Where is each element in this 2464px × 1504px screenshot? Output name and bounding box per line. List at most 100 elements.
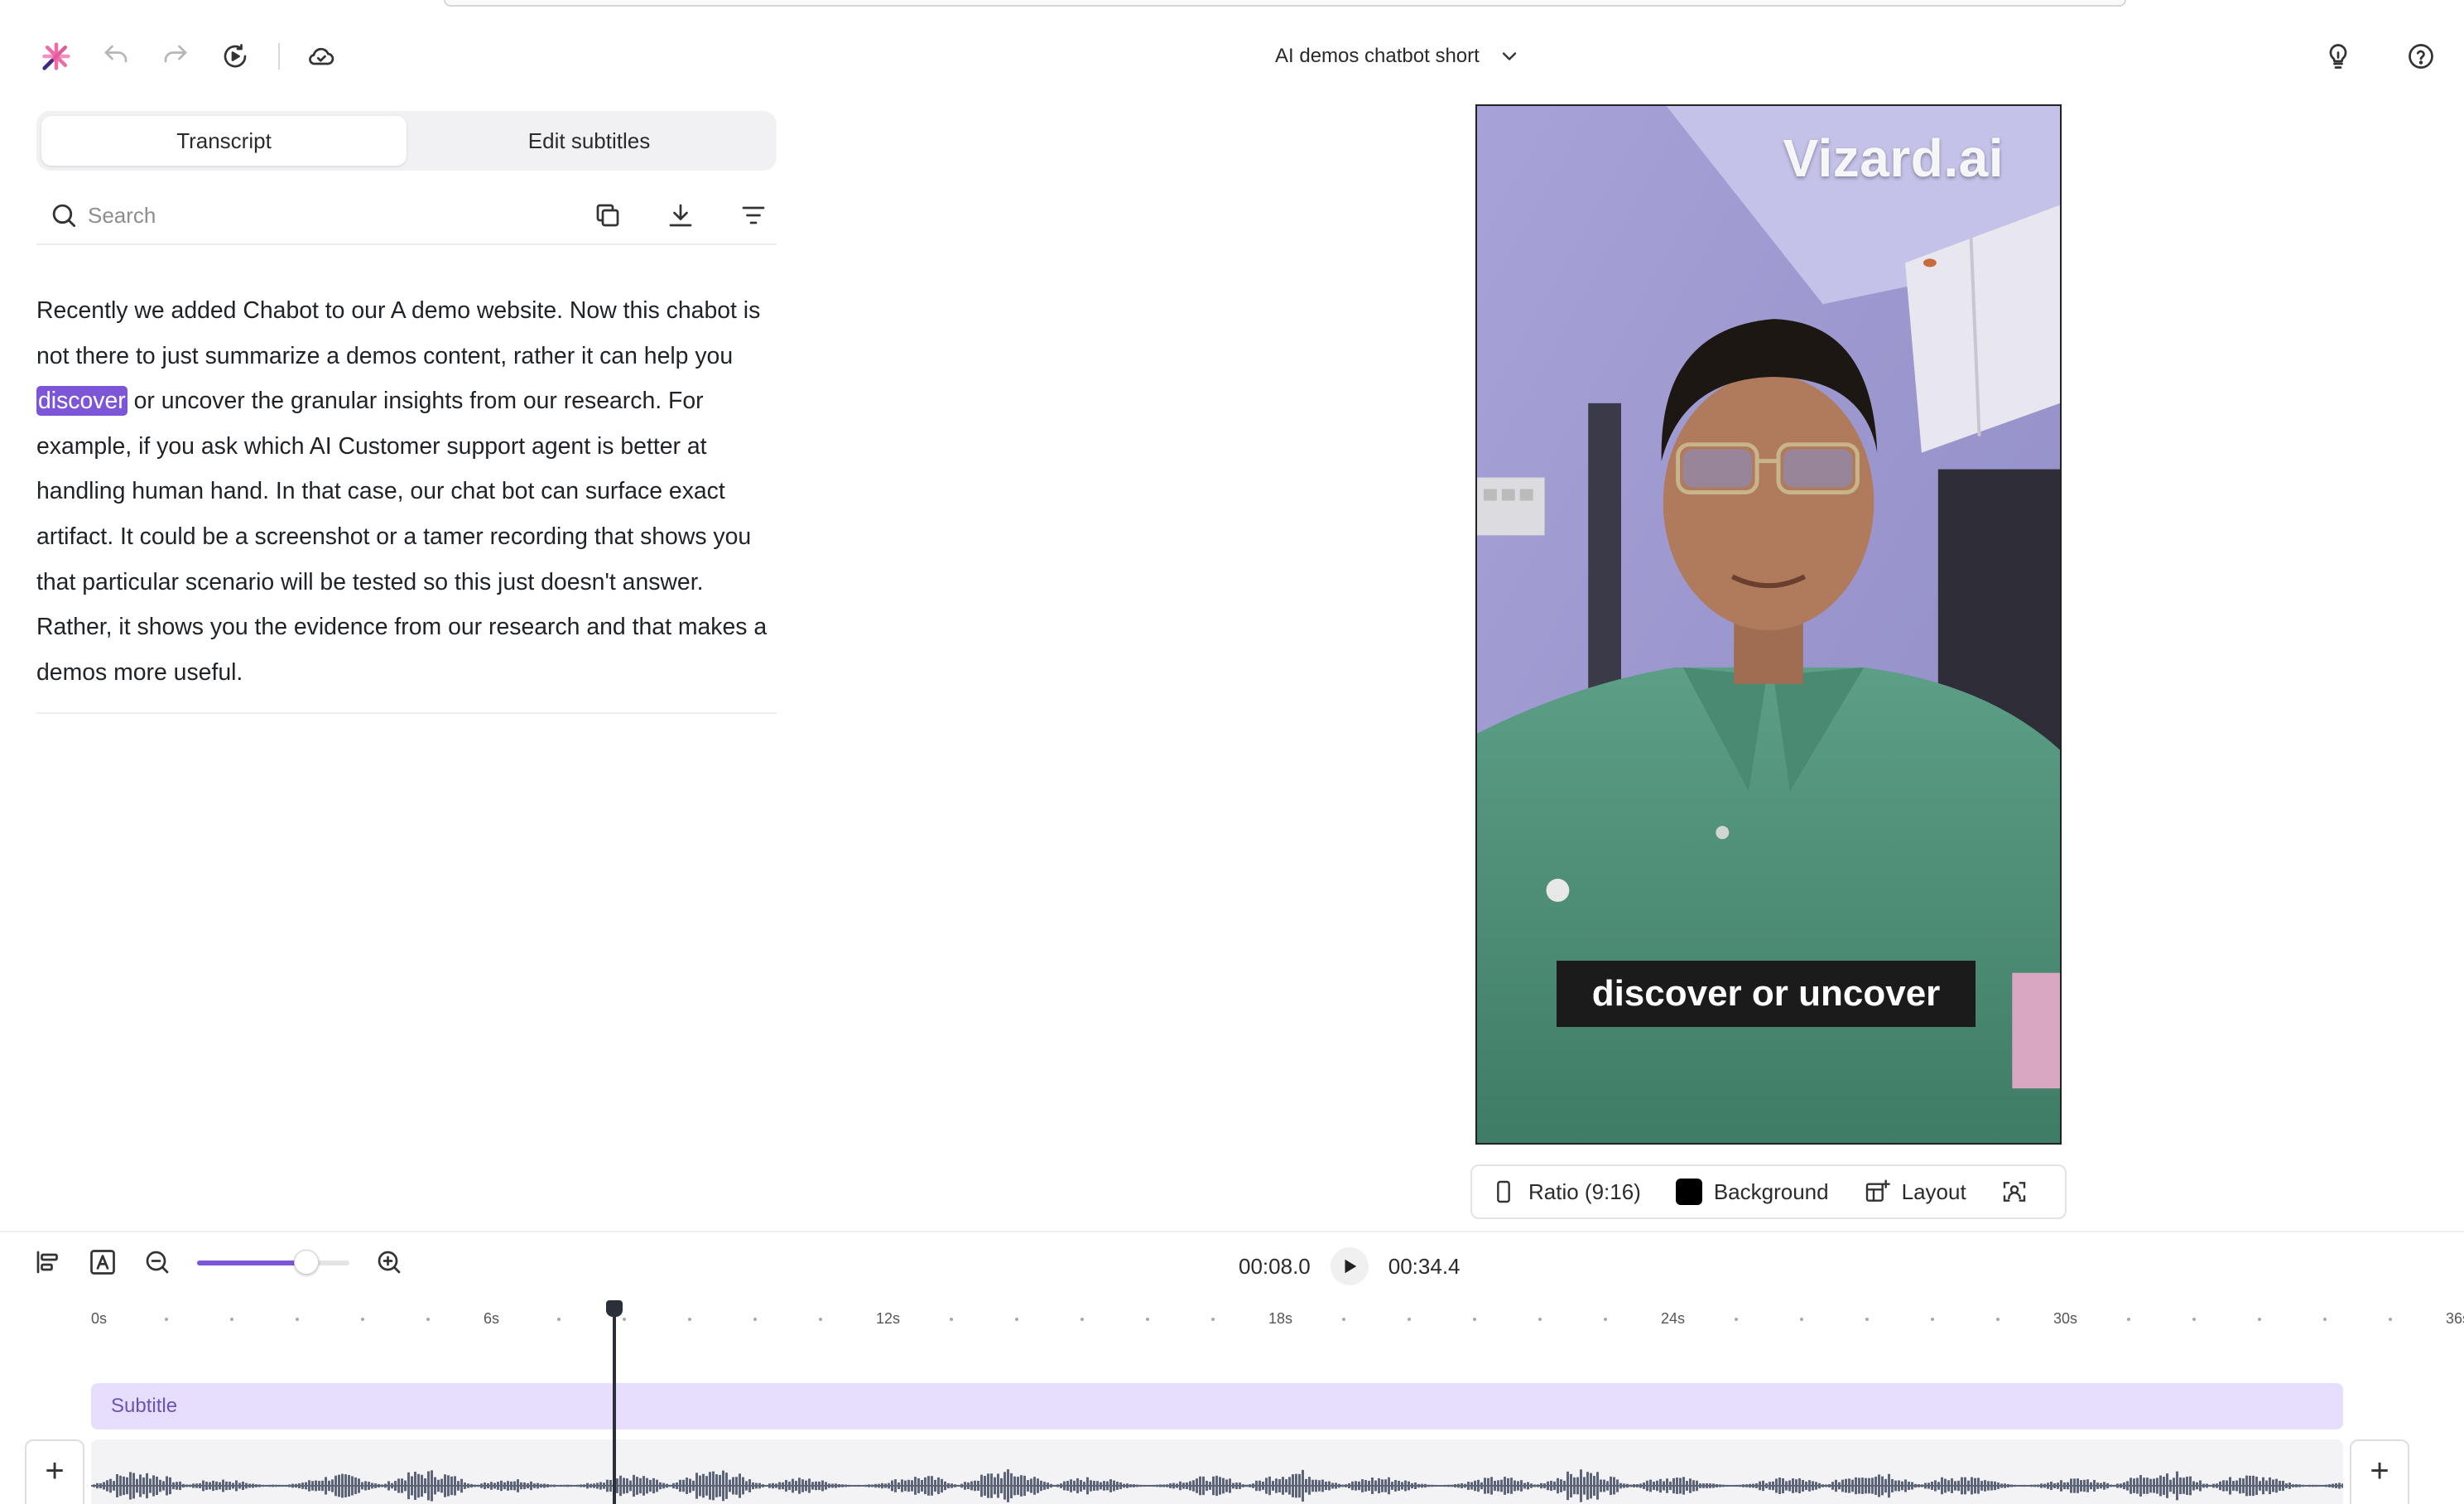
project-title-dropdown[interactable]: AI demos chatbot short bbox=[1275, 36, 1521, 76]
zoom-slider[interactable] bbox=[197, 1250, 349, 1275]
ruler-tick bbox=[753, 1318, 757, 1321]
ruler-tick bbox=[361, 1318, 364, 1321]
ruler-tick bbox=[2258, 1318, 2261, 1321]
face-track-icon bbox=[2003, 1182, 2025, 1202]
zoom-fill bbox=[197, 1261, 307, 1265]
video-controls-bar: Ratio (9:16) Background Layout bbox=[1470, 1164, 2067, 1219]
top-drag-handle[interactable] bbox=[444, 0, 2126, 7]
copy-button[interactable] bbox=[590, 197, 626, 234]
ruler-tick bbox=[1342, 1318, 1345, 1321]
layout-button[interactable]: Layout bbox=[1864, 1179, 1966, 1205]
ruler-label: 18s bbox=[1268, 1310, 1293, 1327]
ruler-label: 30s bbox=[2053, 1310, 2078, 1327]
layout-label: Layout bbox=[1901, 1179, 1966, 1204]
layout-icon bbox=[1865, 1179, 1890, 1202]
undo-icon[interactable] bbox=[93, 33, 139, 80]
video-preview[interactable]: Vizard.ai discover or uncover bbox=[1475, 104, 2062, 1145]
timeline-align-icon[interactable] bbox=[33, 1247, 63, 1277]
ruler-tick bbox=[426, 1318, 430, 1321]
ratio-label: Ratio (9:16) bbox=[1528, 1179, 1641, 1204]
zoom-out-icon[interactable] bbox=[142, 1247, 172, 1277]
playhead[interactable] bbox=[613, 1300, 616, 1504]
playhead-handle[interactable] bbox=[606, 1300, 623, 1317]
search-input[interactable] bbox=[88, 202, 551, 229]
subtitle-track[interactable]: Subtitle bbox=[91, 1383, 2343, 1429]
subtitle-track-label: Subtitle bbox=[111, 1395, 178, 1417]
ruler-tick bbox=[623, 1318, 626, 1321]
ruler-label: 24s bbox=[1661, 1310, 1686, 1327]
add-right-button[interactable]: + bbox=[2350, 1439, 2409, 1504]
total-time: 00:34.4 bbox=[1388, 1253, 1461, 1279]
current-time: 00:08.0 bbox=[1239, 1253, 1311, 1279]
filter-lines-icon bbox=[742, 206, 765, 224]
ruler-tick bbox=[557, 1318, 561, 1321]
transcript-after[interactable]: or uncover the granular insights from ou… bbox=[36, 388, 767, 686]
lightbulb-icon[interactable] bbox=[2315, 33, 2361, 80]
ruler-tick bbox=[1931, 1318, 1934, 1321]
preview-play-icon[interactable] bbox=[212, 33, 258, 80]
audio-waveform-track[interactable] bbox=[91, 1439, 2343, 1504]
phone-ratio-icon bbox=[1497, 1180, 1510, 1203]
ruler-tick bbox=[2127, 1318, 2130, 1321]
subtitle-caption[interactable]: discover or uncover bbox=[1557, 961, 1976, 1027]
transcript-actions bbox=[590, 197, 772, 234]
ruler-tick bbox=[1800, 1318, 1803, 1321]
ruler-tick bbox=[2323, 1318, 2327, 1321]
play-icon bbox=[1345, 1259, 1356, 1274]
zoom-in-icon[interactable] bbox=[374, 1247, 404, 1277]
tab-transcript[interactable]: Transcript bbox=[41, 116, 407, 166]
ruler-tick bbox=[230, 1318, 233, 1321]
ruler-tick bbox=[2389, 1318, 2392, 1321]
face-track-button[interactable] bbox=[2001, 1179, 2028, 1205]
text-caption-icon[interactable] bbox=[88, 1247, 118, 1277]
transcript-before[interactable]: Recently we added Chabot to our A demo w… bbox=[36, 297, 760, 369]
ratio-button[interactable]: Ratio (9:16) bbox=[1490, 1179, 1641, 1205]
ruler-tick bbox=[950, 1318, 953, 1321]
download-icon bbox=[669, 204, 692, 227]
search-icon bbox=[52, 204, 76, 228]
ruler-label: 0s bbox=[91, 1310, 108, 1327]
audio-waveform bbox=[91, 1469, 2343, 1502]
toolbar-divider bbox=[278, 43, 280, 70]
current-word-highlight[interactable]: discover bbox=[36, 386, 128, 417]
app-logo-icon[interactable] bbox=[33, 33, 79, 80]
play-button[interactable] bbox=[1330, 1247, 1369, 1285]
add-left-button[interactable]: + bbox=[25, 1439, 84, 1504]
background-label: Background bbox=[1713, 1179, 1829, 1204]
timeline-tools bbox=[33, 1247, 404, 1277]
ruler-tick bbox=[1604, 1318, 1607, 1321]
tab-edit-subtitles[interactable]: Edit subtitles bbox=[407, 116, 772, 166]
background-button[interactable]: Background bbox=[1675, 1179, 1829, 1205]
ruler-tick bbox=[1865, 1318, 1869, 1321]
ruler-tick bbox=[819, 1318, 822, 1321]
timeline-divider bbox=[0, 1231, 2464, 1232]
help-icon[interactable] bbox=[2398, 33, 2444, 80]
ruler-label: 36s bbox=[2446, 1310, 2464, 1327]
filter-button[interactable] bbox=[735, 197, 772, 234]
cloud-save-icon[interactable] bbox=[298, 33, 344, 80]
help-toolbar bbox=[2315, 33, 2444, 80]
ruler-tick bbox=[1146, 1318, 1149, 1321]
copy-icon bbox=[596, 204, 619, 227]
ruler-label: 6s bbox=[484, 1310, 500, 1327]
vizard-watermark: Vizard.ai bbox=[1783, 128, 2004, 188]
transcript-search-bar bbox=[36, 187, 777, 245]
project-title: AI demos chatbot short bbox=[1275, 45, 1480, 67]
ruler-tick bbox=[1538, 1318, 1542, 1321]
redo-icon[interactable] bbox=[152, 33, 199, 80]
ruler-tick bbox=[2192, 1318, 2196, 1321]
playback-controls: 00:08.0 00:34.4 bbox=[1239, 1247, 1461, 1285]
ruler-tick bbox=[1015, 1318, 1018, 1321]
timeline-ruler[interactable]: 0s 6s 12s 18s 24s 30s 36s bbox=[0, 1302, 2464, 1335]
main-toolbar bbox=[33, 33, 358, 80]
ruler-tick bbox=[1735, 1318, 1738, 1321]
ruler-tick bbox=[1408, 1318, 1411, 1321]
transcript-text[interactable]: Recently we added Chabot to our A demo w… bbox=[36, 288, 782, 695]
ruler-label: 12s bbox=[876, 1310, 901, 1327]
ruler-tick bbox=[1996, 1318, 2000, 1321]
ruler-tick bbox=[1473, 1318, 1476, 1321]
chevron-down-icon bbox=[1502, 52, 1516, 60]
ruler-tick bbox=[165, 1318, 168, 1321]
zoom-thumb[interactable] bbox=[294, 1250, 320, 1275]
download-button[interactable] bbox=[662, 197, 699, 234]
